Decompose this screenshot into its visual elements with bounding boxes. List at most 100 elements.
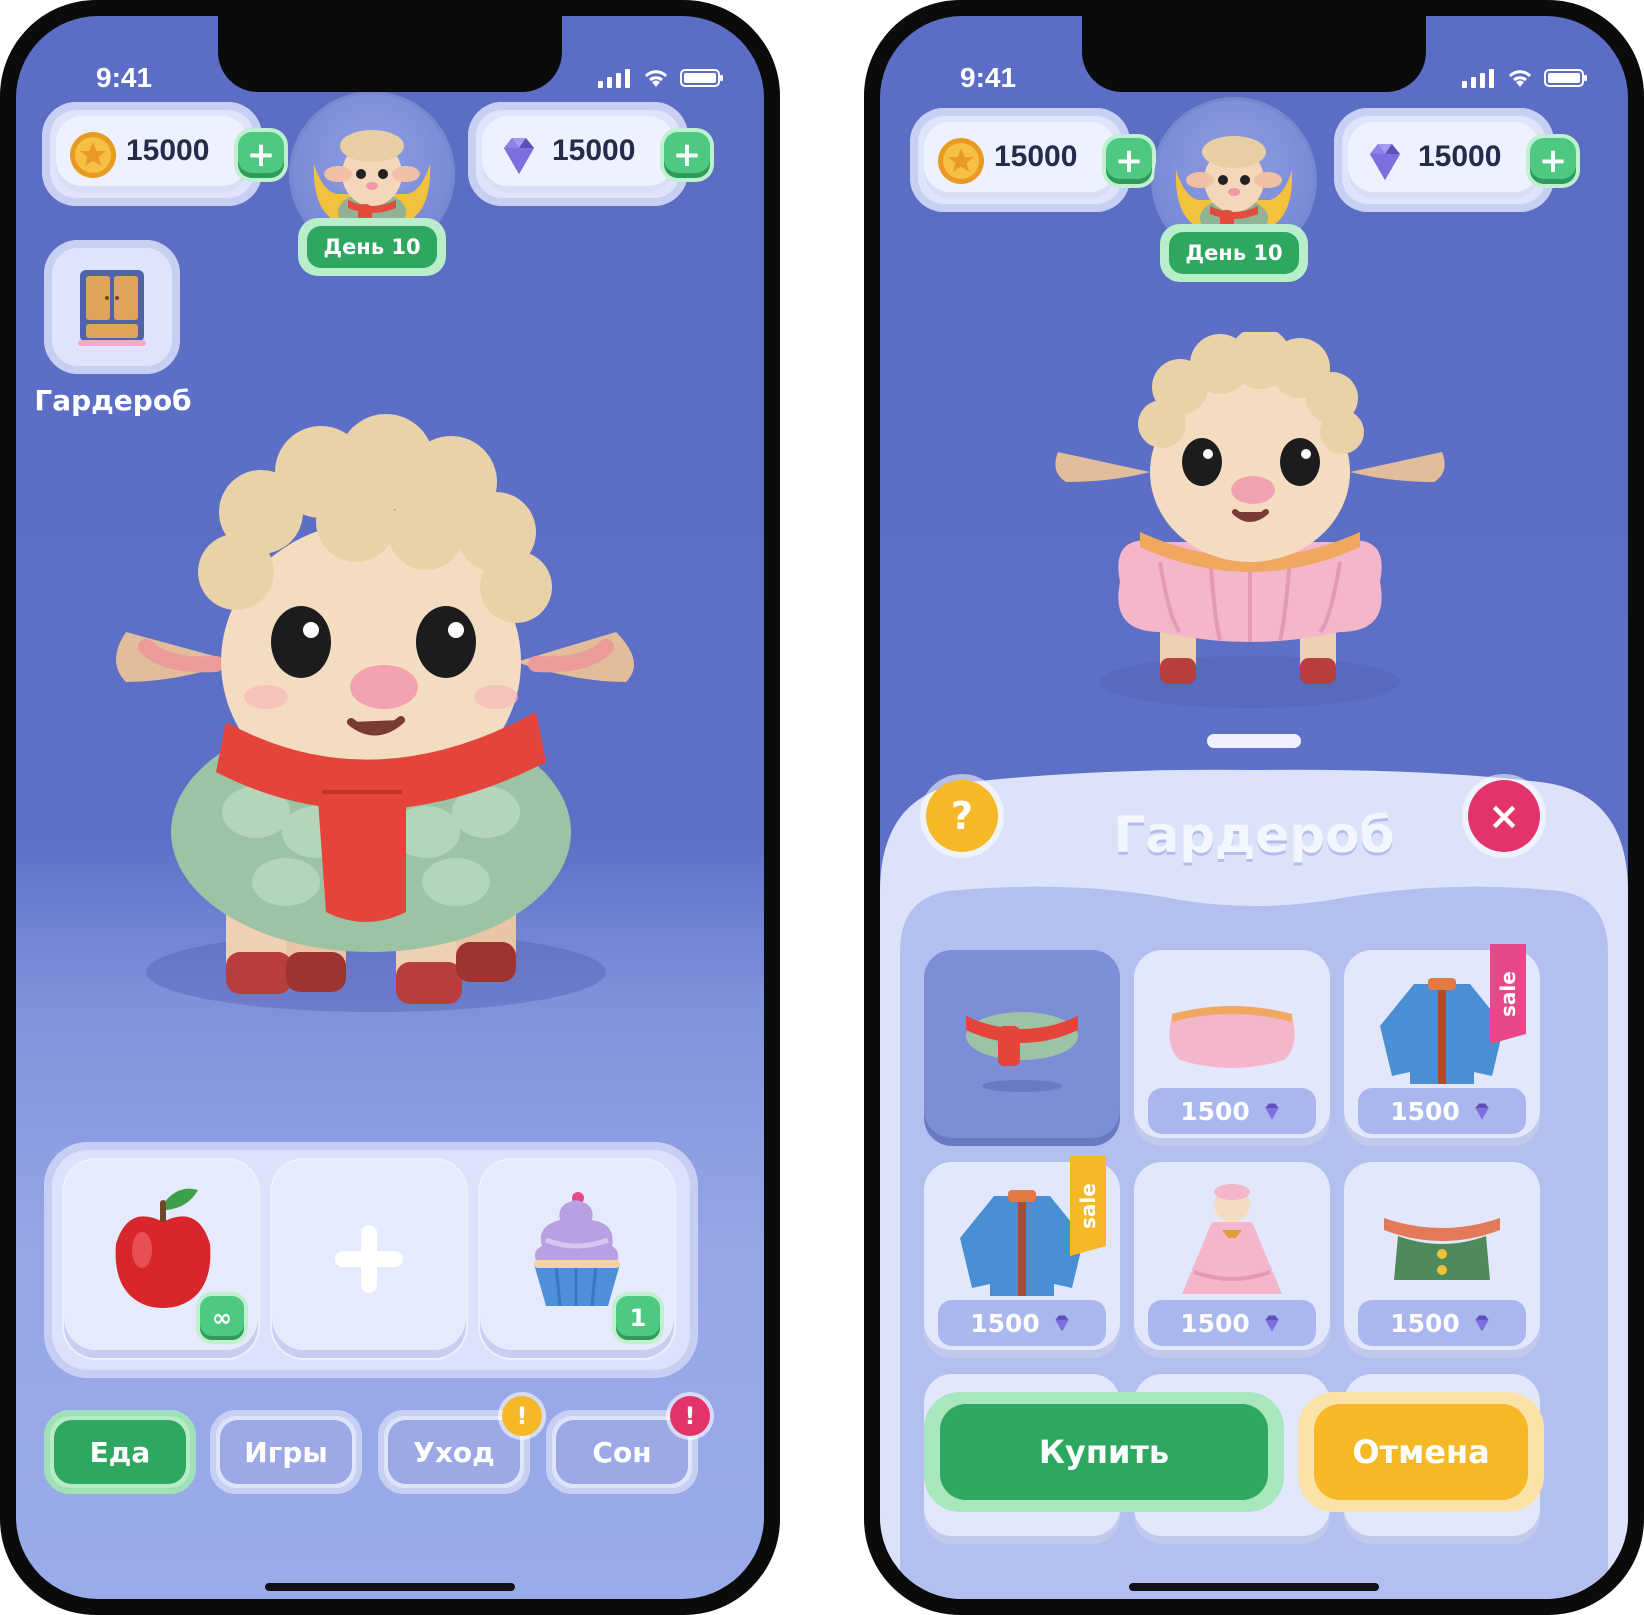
tab-label: Еда <box>54 1420 186 1484</box>
gem-balance: 15000 + <box>1334 108 1576 212</box>
gem-icon <box>1265 1315 1279 1332</box>
wardrobe-item-skirt[interactable]: 1500 <box>1134 950 1330 1146</box>
gem-icon <box>1370 144 1400 180</box>
sheep-pet-image[interactable] <box>1050 332 1450 712</box>
signal-icon <box>598 69 630 88</box>
price-value: 1500 <box>1390 1096 1460 1126</box>
sheet-handle[interactable] <box>1207 734 1301 748</box>
cancel-button[interactable]: Отмена <box>1298 1392 1544 1512</box>
coin-balance: 15000 + <box>42 102 284 206</box>
gem-value: 15000 <box>1418 140 1502 173</box>
gem-icon <box>504 138 534 174</box>
cupcake-icon <box>534 1192 620 1307</box>
wardrobe-item-scarf[interactable] <box>924 950 1120 1146</box>
pet-avatar[interactable]: День 10 <box>1154 100 1314 290</box>
tab-label: Игры <box>220 1420 352 1484</box>
close-button[interactable]: × <box>1468 780 1540 852</box>
food-slot-apple[interactable]: ∞ <box>64 1160 258 1358</box>
phone-wardrobe-screen: 9:41 15000 + День 10 15000 + Гардероб ? … <box>864 0 1644 1615</box>
wardrobe-screen: 9:41 15000 + День 10 15000 + Гардероб ? … <box>880 16 1628 1599</box>
add-gems-button[interactable]: + <box>664 132 710 178</box>
add-food-slot[interactable] <box>272 1160 466 1358</box>
price-value: 1500 <box>970 1308 1040 1338</box>
day-badge: День 10 <box>1160 224 1308 282</box>
plus-icon: + <box>1538 141 1568 181</box>
count-badge: 1 <box>616 1296 660 1340</box>
wardrobe-icon <box>78 270 146 346</box>
coin-balance: 15000 + <box>910 108 1152 212</box>
price-value: 1500 <box>1180 1308 1250 1338</box>
signal-icon <box>1462 69 1494 88</box>
phone-home-screen: 9:41 15000 + День 10 15000 + Гардероб ∞ … <box>0 0 780 1615</box>
wardrobe-button[interactable] <box>44 240 180 374</box>
help-button[interactable]: ? <box>926 780 998 852</box>
alert-icon: ! <box>670 1396 710 1436</box>
price-tag: 1500 <box>1148 1088 1316 1134</box>
home-indicator[interactable] <box>265 1583 515 1591</box>
price-value: 1500 <box>1390 1308 1460 1338</box>
coin-value: 15000 <box>126 134 210 167</box>
home-indicator[interactable] <box>1129 1583 1379 1591</box>
wardrobe-item-jacket[interactable]: sale 1500 <box>1344 950 1540 1146</box>
notch <box>218 16 562 92</box>
wifi-icon <box>1508 70 1532 87</box>
close-icon: × <box>1488 794 1520 838</box>
gem-icon <box>1475 1103 1489 1120</box>
gem-balance: 15000 + <box>468 102 710 206</box>
skirt-icon <box>1169 1006 1295 1068</box>
battery-icon <box>680 69 723 87</box>
add-gems-button[interactable]: + <box>1530 138 1576 184</box>
sale-badge: sale <box>1490 944 1526 1044</box>
tab-sleep[interactable]: Сон ! <box>546 1396 710 1494</box>
wardrobe-item-collar[interactable]: 1500 <box>1344 1162 1540 1358</box>
buy-label: Купить <box>940 1404 1268 1500</box>
status-icons <box>598 68 724 88</box>
wardrobe-item-jacket[interactable]: sale 1500 <box>924 1162 1120 1358</box>
food-slot-cupcake[interactable]: 1 <box>480 1160 674 1358</box>
day-label: День 10 <box>307 226 437 268</box>
tab-food[interactable]: Еда <box>44 1410 196 1494</box>
price-tag: 1500 <box>1358 1088 1526 1134</box>
add-coins-button[interactable]: + <box>238 132 284 178</box>
wifi-icon <box>644 70 668 87</box>
home-screen: 9:41 15000 + День 10 15000 + Гардероб ∞ … <box>16 16 764 1599</box>
tab-label: Уход <box>388 1420 520 1484</box>
collar-icon <box>1384 1218 1500 1280</box>
coin-icon <box>70 132 116 178</box>
wardrobe-item-dress[interactable]: 1500 <box>1134 1162 1330 1358</box>
pet-avatar[interactable]: День 10 <box>292 94 452 284</box>
sheep-pet-image[interactable] <box>86 412 666 1032</box>
day-label: День 10 <box>1169 232 1299 274</box>
help-icon: ? <box>950 794 974 838</box>
plus-icon: + <box>1114 141 1144 181</box>
battery-icon <box>1544 69 1587 87</box>
gem-icon <box>1055 1315 1069 1332</box>
price-tag: 1500 <box>1358 1300 1526 1346</box>
price-tag: 1500 <box>1148 1300 1316 1346</box>
gem-icon <box>1475 1315 1489 1332</box>
sale-badge: sale <box>1070 1156 1106 1256</box>
price-tag: 1500 <box>938 1300 1106 1346</box>
status-time: 9:41 <box>960 62 1017 93</box>
jacket-icon <box>960 1190 1084 1296</box>
gem-icon <box>1265 1103 1279 1120</box>
add-icon <box>335 1225 403 1293</box>
count-badge: ∞ <box>200 1296 244 1340</box>
buy-button[interactable]: Купить <box>924 1392 1284 1512</box>
apple-icon <box>115 1188 211 1308</box>
food-panel: ∞ 1 <box>44 1142 698 1378</box>
plus-icon: + <box>246 135 276 175</box>
jacket-icon <box>1380 978 1504 1084</box>
status-icons <box>1462 68 1588 88</box>
alert-icon: ! <box>502 1396 542 1436</box>
cancel-label: Отмена <box>1314 1404 1528 1500</box>
gem-value: 15000 <box>552 134 636 167</box>
tab-games[interactable]: Игры <box>210 1410 362 1494</box>
status-time: 9:41 <box>96 62 153 93</box>
price-value: 1500 <box>1180 1096 1250 1126</box>
plus-icon: + <box>672 135 702 175</box>
scarf-icon <box>966 1012 1078 1092</box>
coin-value: 15000 <box>994 140 1078 173</box>
tab-care[interactable]: Уход ! <box>378 1396 542 1494</box>
add-coins-button[interactable]: + <box>1106 138 1152 184</box>
